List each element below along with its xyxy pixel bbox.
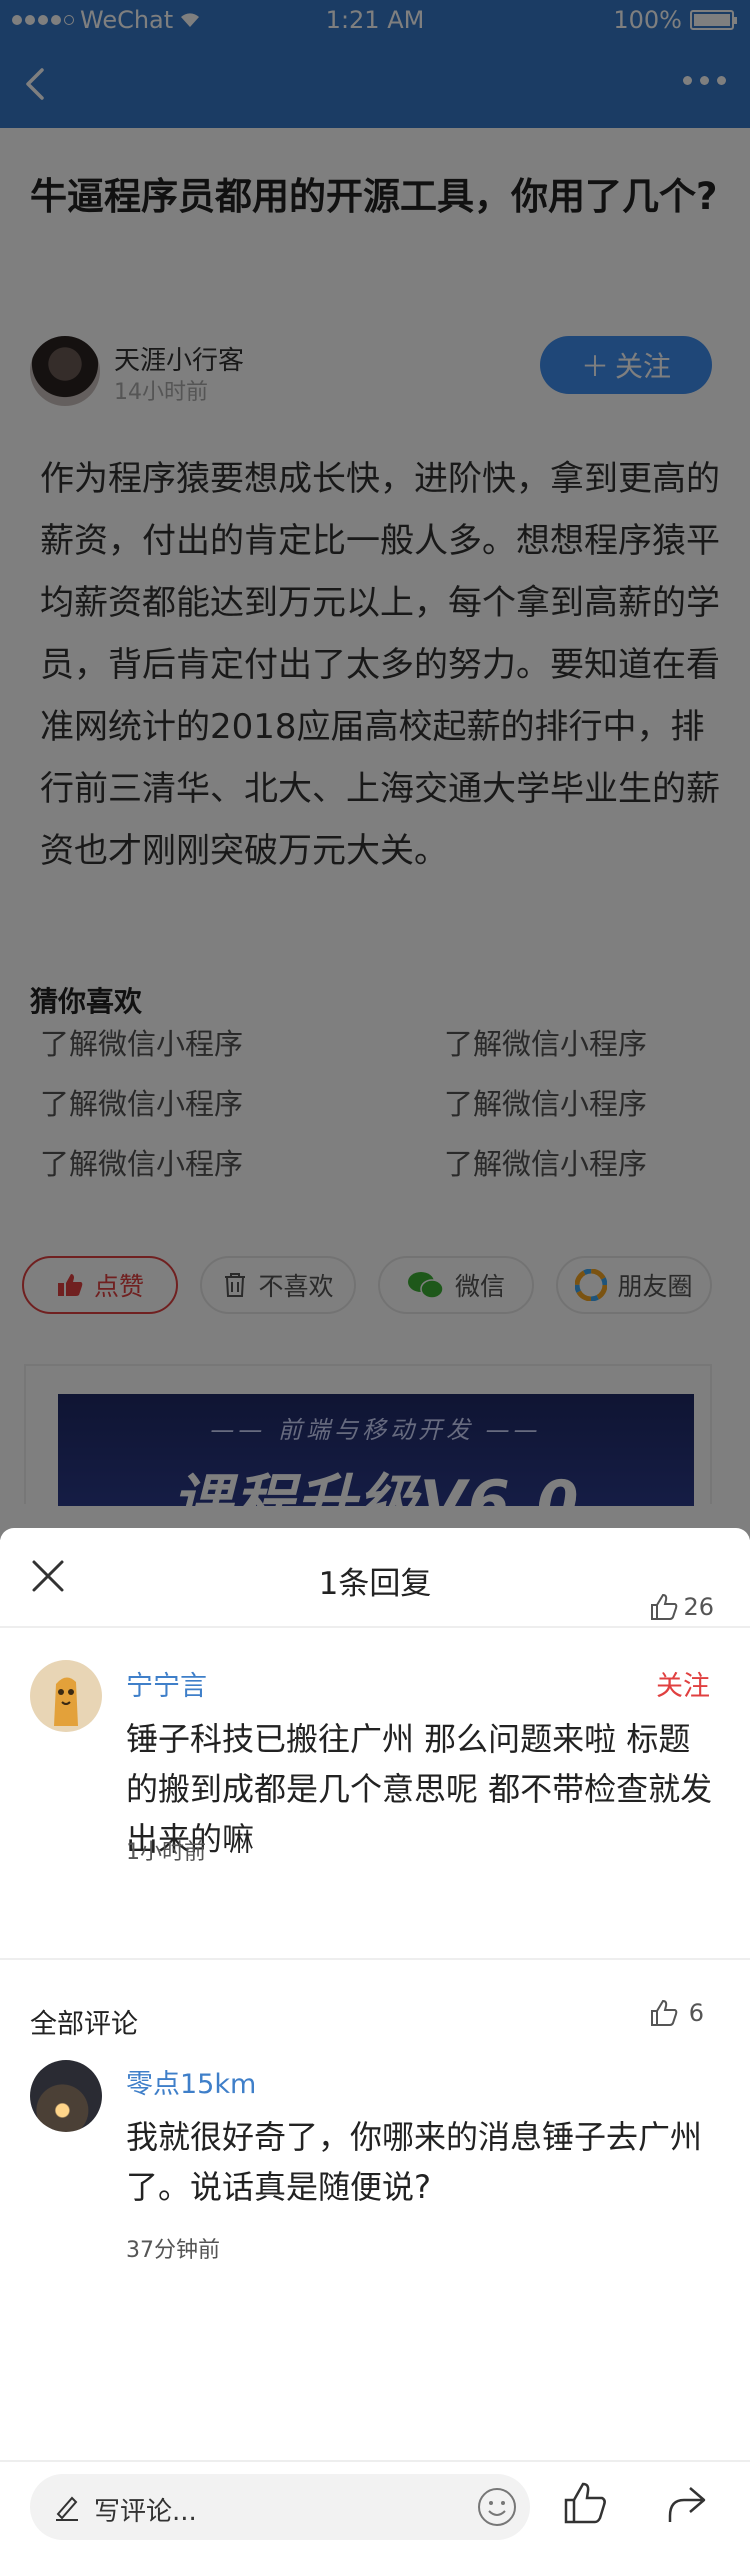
- thumb-up-outline-icon: [651, 1593, 678, 1620]
- dim-overlay[interactable]: [0, 0, 750, 1540]
- comment-text: 锤子科技已搬往广州 那么问题来啦 标题的搬到成都是几个意思呢 都不带检查就发出来…: [126, 1720, 713, 1858]
- share-icon[interactable]: [662, 2480, 710, 2528]
- pencil-icon: [56, 2496, 78, 2521]
- comment-placeholder: 写评论...: [94, 2497, 197, 2527]
- commenter-name[interactable]: 宁宁言: [126, 1664, 207, 1703]
- comment-input[interactable]: 写评论...: [30, 2474, 530, 2540]
- reply-like-button[interactable]: 26: [649, 1592, 714, 1622]
- avatar-character-icon: [54, 1677, 78, 1726]
- all-comments-title: 全部评论: [30, 2009, 138, 2040]
- commenter-name[interactable]: 零点15km: [126, 2062, 256, 2101]
- comment-text: 我就很好奇了，你哪来的消息锤子去广州了。说话真是随便说?: [126, 2118, 703, 2206]
- section-divider: [0, 1958, 750, 1960]
- comment-time: 1小时前: [126, 1840, 206, 1865]
- avatar[interactable]: [30, 1660, 102, 1732]
- comments-like-count: 6: [688, 1999, 704, 2027]
- thumb-up-icon[interactable]: [560, 2478, 610, 2528]
- sheet-title: 1条回复: [318, 1566, 432, 1602]
- reply-like-count: 26: [683, 1593, 714, 1621]
- avatar[interactable]: [30, 2060, 102, 2132]
- bottom-bar: 写评论...: [0, 2460, 750, 2556]
- comment-time: 37分钟前: [126, 2238, 220, 2263]
- divider: [0, 1626, 750, 1628]
- follow-link[interactable]: 关注: [656, 1664, 710, 1703]
- thumb-up-outline-icon: [650, 1999, 678, 2026]
- reply-sheet: 1条回复 26 宁宁言 关注 锤子科技已搬往广州 那么问题来啦 标题的搬到成都是…: [0, 1528, 750, 2556]
- comments-like-button[interactable]: 6: [649, 1998, 704, 2028]
- emoji-icon[interactable]: [476, 2486, 518, 2528]
